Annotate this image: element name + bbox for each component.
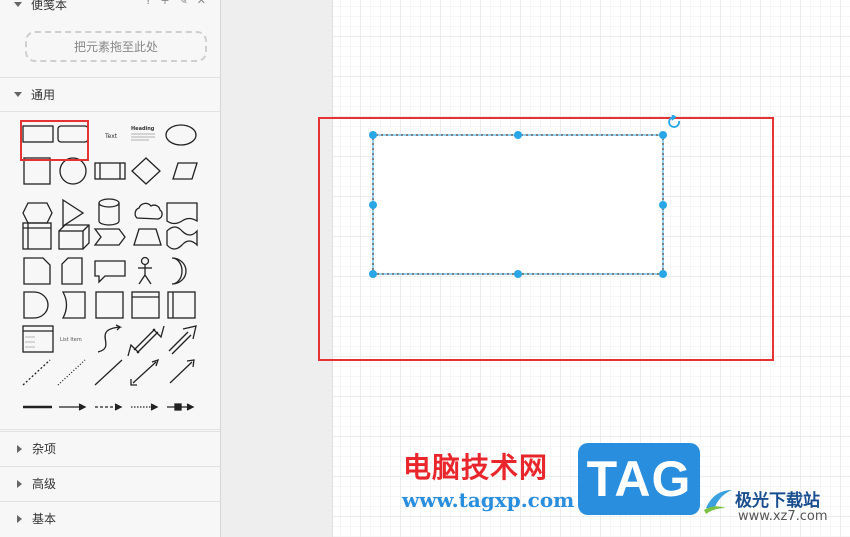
line-shape[interactable] [94,359,123,386]
arrow-shape[interactable] [168,325,197,355]
process-shape[interactable] [94,162,126,180]
bidirectional-connector-shape[interactable] [130,358,160,386]
circle-shape[interactable] [59,157,87,185]
cloud-shape[interactable] [134,202,163,220]
add-icon[interactable]: + [160,0,169,7]
swimlane-shape[interactable] [131,291,160,319]
link-arrow-shape[interactable] [59,403,87,411]
textbox-shape[interactable]: Heading [131,126,155,141]
scratchpad-title: 便笺本 [31,0,68,12]
heading-label: Heading [131,126,155,132]
selected-rectangle[interactable] [365,115,685,283]
diamond-shape[interactable] [131,157,161,185]
watermark-tag-logo: TAG [578,443,700,515]
rotate-handle-icon[interactable] [668,115,680,128]
drop-hint: 把元素拖至此处 [73,40,158,54]
stored-data-shape[interactable] [61,291,86,319]
watermark-brand2-url: www.xz7.com [738,509,828,524]
directional-connector-shape[interactable] [169,359,195,384]
cylinder-shape[interactable] [98,198,120,226]
dotted-arrow-shape[interactable] [131,403,159,411]
highlight-box-rectangle [20,120,89,161]
close-icon[interactable]: ✕ [197,0,206,7]
section-advanced-header[interactable]: 高级 [0,466,220,500]
scratchpad-header[interactable]: 便笺本 ? + ✎ ✕ [0,0,220,14]
divider [0,429,220,430]
section-basic-title: 基本 [32,512,57,526]
curve-connector-shape[interactable] [97,324,123,353]
scratchpad-drop-zone[interactable]: 把元素拖至此处 [25,31,207,62]
collapse-triangle-icon [14,92,22,97]
expand-triangle-icon [17,479,22,488]
dashed-line-shape[interactable] [22,359,51,386]
section-advanced-title: 高级 [32,477,57,491]
section-misc-title: 杂项 [32,442,57,456]
internal-storage-shape[interactable] [22,222,52,250]
section-basic-header[interactable]: 基本 [0,501,220,535]
collapse-triangle-icon [14,1,22,7]
labeled-connector-shape[interactable] [167,403,195,411]
canvas-margin [221,0,333,537]
or-shape[interactable] [171,257,187,285]
edit-icon[interactable]: ✎ [179,0,188,7]
actor-shape[interactable] [138,256,152,285]
watermark-site-url: www.tagxp.com [402,488,575,512]
list-shape[interactable] [22,325,54,353]
list-item-shape[interactable]: List Item [60,337,82,343]
step-shape[interactable] [93,228,126,246]
tape-shape[interactable] [166,226,198,250]
document-shape[interactable] [166,202,198,225]
delay-shape[interactable] [23,291,49,319]
trapezoid-shape[interactable] [133,228,162,246]
hexagon-shape[interactable] [22,202,53,224]
help-icon[interactable]: ? [146,0,152,7]
section-general-header[interactable]: 通用 [0,77,220,111]
dashed-arrow-shape[interactable] [95,403,123,411]
callout-shape[interactable] [94,260,126,284]
bidirectional-arrow-shape[interactable] [127,325,165,357]
cube-shape[interactable] [58,224,90,250]
divider [0,111,220,112]
section-general-title: 通用 [31,88,56,102]
general-shapes-palette: Text Heading List Item [22,124,198,411]
expand-triangle-icon [17,444,22,453]
shape-library-sidebar: 便笺本 ? + ✎ ✕ 把元素拖至此处 通用 Text Heading List… [0,0,221,537]
square-shape[interactable] [23,157,51,185]
dotted-line-shape[interactable] [57,359,86,386]
expand-triangle-icon [17,514,22,523]
parallelogram-shape[interactable] [172,162,198,180]
triangle-shape[interactable] [62,198,85,228]
aurora-logo-icon [704,490,732,514]
pool-shape[interactable] [167,291,196,319]
watermark-site-name: 电脑技术网 [403,451,549,484]
section-misc-header[interactable]: 杂项 [0,431,220,465]
ellipse-shape[interactable] [165,124,197,146]
text-shape[interactable]: Text [104,133,118,140]
card-shape[interactable] [61,257,83,285]
note-shape[interactable] [23,257,51,285]
container-shape[interactable] [95,291,124,319]
watermark-brand2: 极光下载站 [735,491,820,511]
